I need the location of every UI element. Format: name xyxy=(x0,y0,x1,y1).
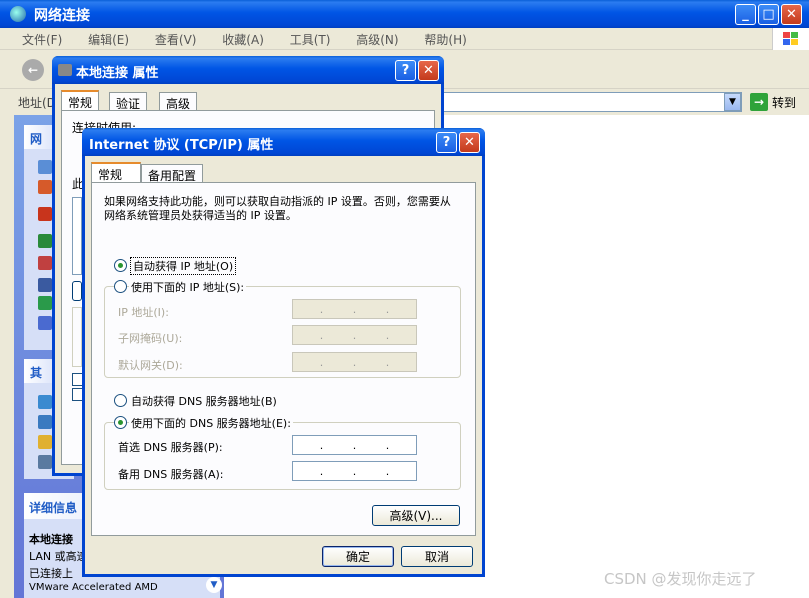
tcpip-close-button[interactable]: ✕ xyxy=(459,132,480,153)
menu-view[interactable]: 查看(V) xyxy=(155,33,197,47)
advanced-button[interactable]: 高级(V)... xyxy=(372,505,460,526)
tcpip-title: Internet 协议 (TCP/IP) 属性 xyxy=(89,138,274,153)
manual-ip-label[interactable]: 使用下面的 IP 地址(S): xyxy=(129,279,247,295)
sidebar-title-2: 其 xyxy=(30,366,43,380)
props-list[interactable] xyxy=(72,197,82,275)
alternate-dns-field[interactable]: ... xyxy=(292,461,417,481)
props-install-button[interactable] xyxy=(72,281,82,301)
minimize-button[interactable]: _ xyxy=(735,4,756,25)
menu-favorites[interactable]: 收藏(A) xyxy=(222,33,264,47)
subnet-mask-field[interactable]: ... xyxy=(292,325,417,345)
home-network-icon[interactable] xyxy=(38,180,52,194)
props-close-button[interactable]: ✕ xyxy=(418,60,439,81)
tcpip-titlebar[interactable]: Internet 协议 (TCP/IP) 属性 ? ✕ xyxy=(82,128,485,156)
menu-bar: 文件(F) 编辑(E) 查看(V) 收藏(A) 工具(T) 高级(N) 帮助(H… xyxy=(0,28,809,50)
maximize-button[interactable]: □ xyxy=(758,4,779,25)
ok-button[interactable]: 确定 xyxy=(322,546,394,567)
globe-icon[interactable] xyxy=(38,234,52,248)
view-icon[interactable] xyxy=(38,160,52,174)
menu-help[interactable]: 帮助(H) xyxy=(424,33,466,47)
props-tab-general[interactable]: 常规 xyxy=(61,90,100,110)
sidebar-title-1: 网 xyxy=(30,132,43,146)
auto-dns-radio[interactable] xyxy=(114,394,127,407)
details-line-2: LAN 或高速 xyxy=(29,550,88,563)
manual-dns-label[interactable]: 使用下面的 DNS 服务器地址(E): xyxy=(129,415,293,431)
watermark: CSDN @发现你走远了 xyxy=(604,570,757,588)
network-places-icon[interactable] xyxy=(38,415,52,429)
settings-icon[interactable] xyxy=(38,316,52,330)
tcpip-tab-general[interactable]: 常规 xyxy=(91,162,141,182)
props-tab-auth[interactable]: 验证 xyxy=(109,92,148,111)
manual-ip-radio[interactable] xyxy=(114,280,127,293)
props-title: 本地连接 属性 xyxy=(76,66,159,81)
details-line-4: VMware Accelerated AMD xyxy=(29,582,158,593)
alternate-dns-label: 备用 DNS 服务器(A): xyxy=(118,468,224,481)
props-help-button[interactable]: ? xyxy=(395,60,416,81)
tcpip-tab-alternate[interactable]: 备用配置 xyxy=(141,164,204,183)
network-icon xyxy=(10,6,26,22)
bridge-icon[interactable] xyxy=(38,278,52,292)
gateway-label: 默认网关(D): xyxy=(118,359,183,372)
auto-dns-label[interactable]: 自动获得 DNS 服务器地址(B) xyxy=(131,393,277,409)
props-desc-group xyxy=(72,307,82,367)
props-connection-icon xyxy=(58,64,72,76)
auto-ip-radio[interactable] xyxy=(114,259,127,272)
menu-tools[interactable]: 工具(T) xyxy=(290,33,331,47)
preferred-dns-field[interactable]: ... xyxy=(292,435,417,455)
gateway-field[interactable]: ... xyxy=(292,352,417,372)
explorer-title: 网络连接 xyxy=(34,8,90,24)
tcpip-properties-dialog: Internet 协议 (TCP/IP) 属性 ? ✕ 常规 备用配置 如果网络… xyxy=(82,128,485,577)
props-tab-advanced[interactable]: 高级 xyxy=(159,92,198,111)
ip-address-field[interactable]: ... xyxy=(292,299,417,319)
explorer-titlebar[interactable]: 网络连接 _ □ ✕ xyxy=(0,0,809,28)
tcpip-body: 常规 备用配置 如果网络支持此功能，则可以获取自动指派的 IP 设置。否则，您需… xyxy=(85,156,482,574)
tcpip-help-button[interactable]: ? xyxy=(436,132,457,153)
repair-icon[interactable] xyxy=(38,256,52,270)
props-titlebar[interactable]: 本地连接 属性 ? ✕ xyxy=(52,56,444,84)
details-line-1: 本地连接 xyxy=(29,533,73,546)
documents-icon[interactable] xyxy=(38,435,52,449)
menu-edit[interactable]: 编辑(E) xyxy=(88,33,129,47)
details-line-3: 已连接上 xyxy=(29,567,73,580)
back-button[interactable]: ← xyxy=(22,59,44,81)
address-input[interactable] xyxy=(440,92,742,112)
connection-icon[interactable] xyxy=(38,296,52,310)
details-title[interactable]: 详细信息 xyxy=(29,499,77,516)
details-collapse-icon[interactable]: ▼ xyxy=(206,577,222,593)
ip-address-label: IP 地址(I): xyxy=(118,306,169,319)
preferred-dns-label: 首选 DNS 服务器(P): xyxy=(118,441,223,454)
tcpip-tab-panel: 如果网络支持此功能，则可以获取自动指派的 IP 设置。否则，您需要从网络系统管理… xyxy=(91,182,476,536)
auto-ip-label[interactable]: 自动获得 IP 地址(O) xyxy=(129,257,237,275)
subnet-mask-label: 子网掩码(U): xyxy=(118,332,183,345)
tcpip-description: 如果网络支持此功能，则可以获取自动指派的 IP 设置。否则，您需要从网络系统管理… xyxy=(104,195,451,222)
computer-icon[interactable] xyxy=(38,455,52,469)
cancel-button[interactable]: 取消 xyxy=(401,546,473,567)
manual-dns-radio[interactable] xyxy=(114,416,127,429)
menu-advanced[interactable]: 高级(N) xyxy=(356,33,398,47)
firewall-icon[interactable] xyxy=(38,207,52,221)
windows-logo xyxy=(772,28,809,50)
menu-file[interactable]: 文件(F) xyxy=(22,33,62,47)
go-arrow-icon[interactable]: → xyxy=(750,93,768,111)
address-dropdown-button[interactable]: ▼ xyxy=(724,93,741,111)
go-label[interactable]: 转到 xyxy=(772,94,796,111)
close-button[interactable]: ✕ xyxy=(781,4,802,25)
control-panel-icon[interactable] xyxy=(38,395,52,409)
